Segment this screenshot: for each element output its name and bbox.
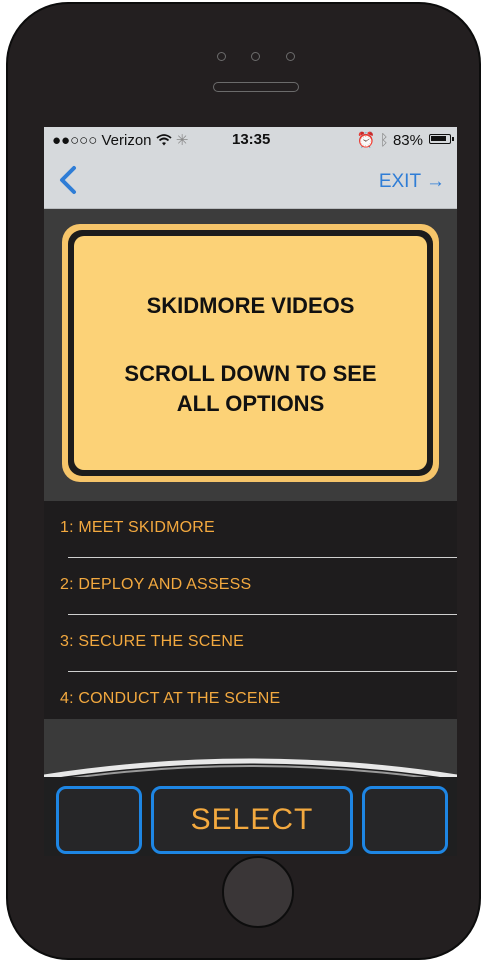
sign-subtitle: SCROLL DOWN TO SEE ALL OPTIONS	[74, 359, 427, 419]
list-item-secure-scene[interactable]: 3: SECURE THE SCENE	[44, 615, 457, 672]
sensor-dot	[217, 52, 226, 61]
home-button[interactable]	[222, 856, 294, 928]
status-bar: ●●○○○ Verizon ✳ 13:35 ⏰ ᛒ 83%	[44, 127, 457, 151]
sign-title: SKIDMORE VIDEOS	[146, 293, 355, 318]
list-item-meet-skidmore[interactable]: 1: MEET SKIDMORE	[44, 501, 457, 558]
list-item-label: 2: DEPLOY AND ASSESS	[60, 576, 252, 593]
bluetooth-icon: ᛒ	[379, 132, 389, 149]
sign-subtitle-line2: ALL OPTIONS	[176, 391, 325, 416]
clock: 13:35	[232, 131, 271, 148]
battery-percent: 83%	[392, 132, 423, 149]
list-item-deploy-assess[interactable]: 2: DEPLOY AND ASSESS	[44, 558, 457, 615]
sensor-dot	[286, 52, 295, 61]
app-screen: ●●○○○ Verizon ✳ 13:35 ⏰ ᛒ 83% EXIT → SKI…	[44, 127, 457, 856]
sensor-dot	[251, 52, 260, 61]
list-item-label: 4: CONDUCT AT THE SCENE	[60, 690, 281, 707]
video-options-list: 1: MEET SKIDMORE 2: DEPLOY AND ASSESS 3:…	[44, 501, 457, 719]
front-sensors	[213, 52, 299, 64]
battery-icon	[429, 134, 454, 144]
back-chevron-icon[interactable]	[54, 163, 84, 197]
list-item-label: 1: MEET SKIDMORE	[60, 519, 215, 536]
nav-bar: EXIT →	[44, 151, 457, 209]
wifi-icon	[156, 132, 176, 149]
speaker-slot	[213, 82, 299, 92]
status-right: ⏰ ᛒ 83%	[357, 131, 423, 149]
list-item-label: 3: SECURE THE SCENE	[60, 633, 244, 650]
carrier-signal: ●●○○○ Verizon ✳	[52, 131, 188, 149]
right-control-button[interactable]	[362, 786, 448, 854]
select-button[interactable]: SELECT	[151, 786, 353, 854]
activity-spinner-icon: ✳	[175, 132, 189, 149]
sign-subtitle-line1: SCROLL DOWN TO SEE	[124, 361, 377, 386]
carrier-label: ●●○○○ Verizon	[52, 132, 152, 149]
sign-panel	[74, 236, 427, 470]
exit-link[interactable]: EXIT →	[379, 171, 445, 193]
left-control-button[interactable]	[56, 786, 142, 854]
alarm-icon: ⏰	[356, 132, 376, 149]
